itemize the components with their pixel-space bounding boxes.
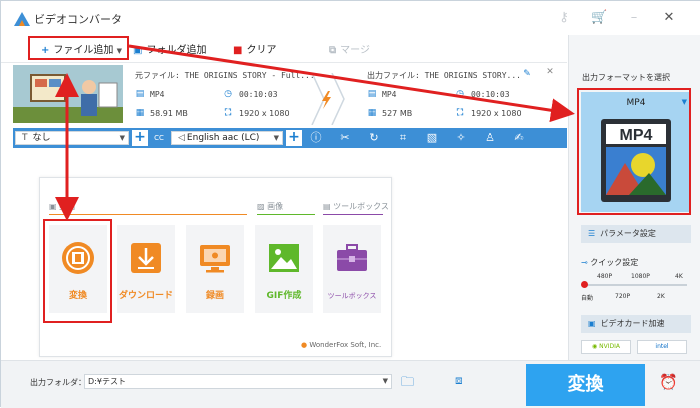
tutorial-arrows — [55, 44, 575, 221]
arrow-right — [128, 44, 575, 123]
app-window: ビデオコンバータ ⚷ 🛒 – ✕ + ファイル追加 ▼ ▣ フォルダ追加 ■ クリア … — [0, 0, 700, 408]
